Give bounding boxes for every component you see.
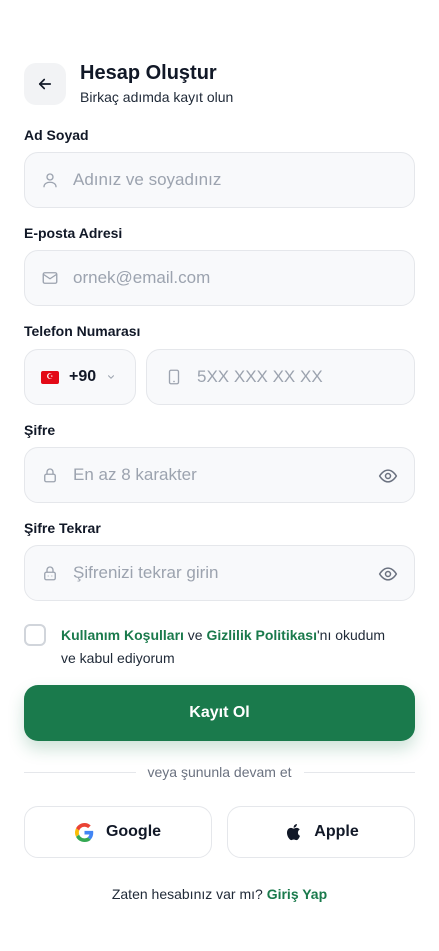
lock-icon — [41, 466, 59, 484]
google-label: Google — [105, 823, 162, 840]
divider-line — [24, 771, 136, 773]
password-confirm-label: Şifre Tekrar — [24, 520, 101, 536]
name-input[interactable] — [73, 170, 353, 190]
country-code: +90 — [69, 368, 97, 385]
eye-icon[interactable] — [378, 466, 398, 486]
terms-link[interactable]: Kullanım Koşulları — [61, 627, 184, 643]
login-prompt: Zaten hesabınız var mı? Giriş Yap — [0, 886, 439, 902]
back-button[interactable] — [24, 62, 66, 105]
login-prompt-text: Zaten hesabınız var mı? — [111, 886, 267, 902]
name-label: Ad Soyad — [24, 127, 89, 143]
user-icon — [41, 171, 59, 189]
password-confirm-input[interactable] — [73, 563, 353, 583]
password-label: Şifre — [24, 422, 56, 438]
phone-label: Telefon Numarası — [24, 323, 141, 339]
phone-field[interactable] — [146, 349, 415, 405]
page-title: Hesap Oluştur — [80, 62, 217, 84]
mail-icon — [41, 269, 59, 287]
lock-icon — [41, 564, 59, 582]
turkey-flag-icon: ☪ — [41, 370, 59, 384]
phone-input[interactable] — [197, 367, 397, 387]
password-field[interactable] — [24, 447, 415, 503]
divider-text: veya şununla devam et — [147, 764, 292, 780]
divider: veya şununla devam et — [24, 764, 416, 780]
apple-label: Apple — [314, 823, 359, 840]
privacy-link[interactable]: Gizlilik Politikası — [207, 627, 317, 643]
phone-icon — [165, 368, 183, 386]
email-input[interactable] — [73, 268, 353, 288]
register-button[interactable]: Kayıt Ol — [24, 685, 415, 741]
google-button[interactable]: Google — [24, 806, 212, 858]
page-header: Hesap Oluştur Birkaç adımda kayıt olun — [24, 60, 233, 107]
apple-button[interactable]: Apple — [227, 806, 415, 858]
terms-row: Kullanım Koşulları ve Gizlilik Politikas… — [24, 624, 401, 670]
arrow-left-icon — [36, 75, 54, 93]
divider-line — [303, 771, 416, 773]
email-label: E-posta Adresi — [24, 225, 123, 241]
password-input[interactable] — [73, 465, 353, 485]
name-field[interactable] — [24, 152, 415, 208]
eye-icon[interactable] — [378, 564, 398, 584]
terms-text: Kullanım Koşulları ve Gizlilik Politikas… — [61, 624, 401, 670]
login-link[interactable]: Giriş Yap — [267, 886, 327, 902]
email-field[interactable] — [24, 250, 415, 306]
terms-between: ve — [183, 627, 207, 643]
country-code-select[interactable]: ☪ +90 — [24, 349, 136, 405]
apple-icon — [283, 822, 303, 842]
chevron-down-icon — [106, 372, 116, 382]
page-subtitle: Birkaç adımda kayıt olun — [80, 89, 234, 105]
password-confirm-field[interactable] — [24, 545, 415, 601]
terms-checkbox[interactable] — [24, 624, 46, 646]
google-icon — [75, 822, 95, 842]
